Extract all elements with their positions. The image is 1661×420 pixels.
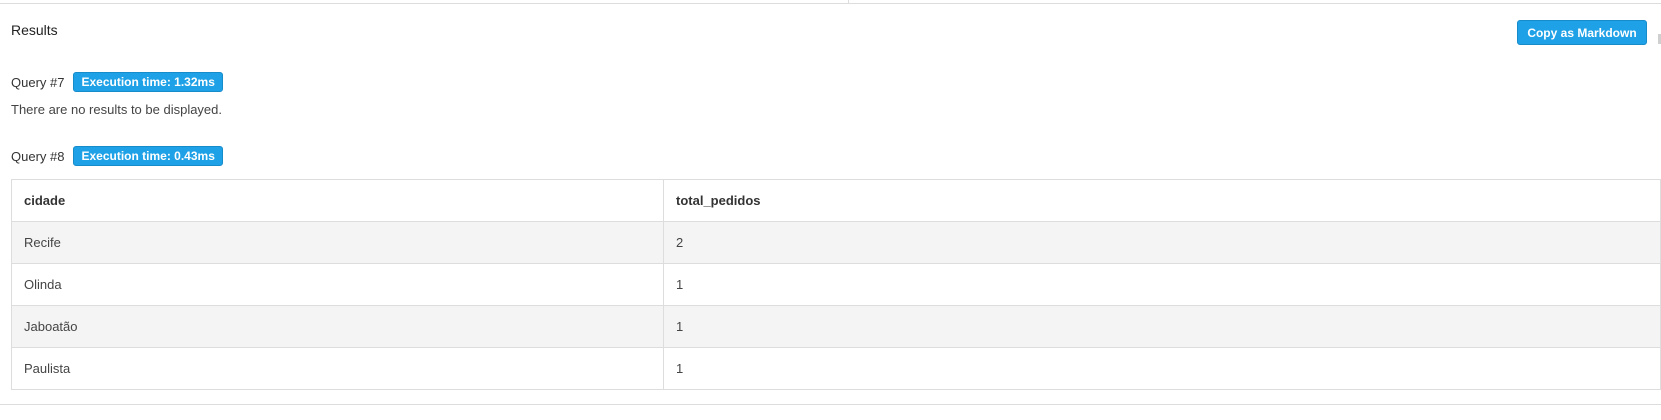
column-header-total-pedidos: total_pedidos [663, 179, 1661, 222]
column-header-cidade: cidade [11, 179, 664, 222]
cell-cidade: Recife [11, 221, 664, 264]
cell-total-pedidos: 1 [663, 263, 1661, 306]
table-row: Jaboatão 1 [11, 305, 1661, 348]
copy-as-markdown-button[interactable]: Copy as Markdown [1517, 20, 1647, 45]
table-row: Olinda 1 [11, 263, 1661, 306]
query-8-header: Query #8 Execution time: 0.43ms [11, 146, 223, 166]
query-7-execution-badge: Execution time: 1.32ms [73, 72, 223, 92]
query-8-execution-badge: Execution time: 0.43ms [73, 146, 223, 166]
query-7-header: Query #7 Execution time: 1.32ms [11, 72, 223, 92]
table-header-row: cidade total_pedidos [11, 179, 1661, 222]
cell-total-pedidos: 1 [663, 347, 1661, 390]
cell-cidade: Olinda [11, 263, 664, 306]
top-pane-divider[interactable] [848, 0, 849, 3]
bottom-border [0, 404, 1661, 405]
query-7-label: Query #7 [11, 74, 65, 90]
query-7-no-results-message: There are no results to be displayed. [11, 102, 223, 117]
cell-total-pedidos: 2 [663, 221, 1661, 264]
table-row: Recife 2 [11, 221, 1661, 264]
cell-cidade: Jaboatão [11, 305, 664, 348]
query-8-results-table: cidade total_pedidos Recife 2 Olinda 1 J… [11, 179, 1661, 390]
top-border [0, 3, 1661, 4]
table-row: Paulista 1 [11, 347, 1661, 390]
results-title: Results [11, 22, 58, 38]
query-8-label: Query #8 [11, 148, 65, 164]
cell-cidade: Paulista [11, 347, 664, 390]
cell-total-pedidos: 1 [663, 305, 1661, 348]
